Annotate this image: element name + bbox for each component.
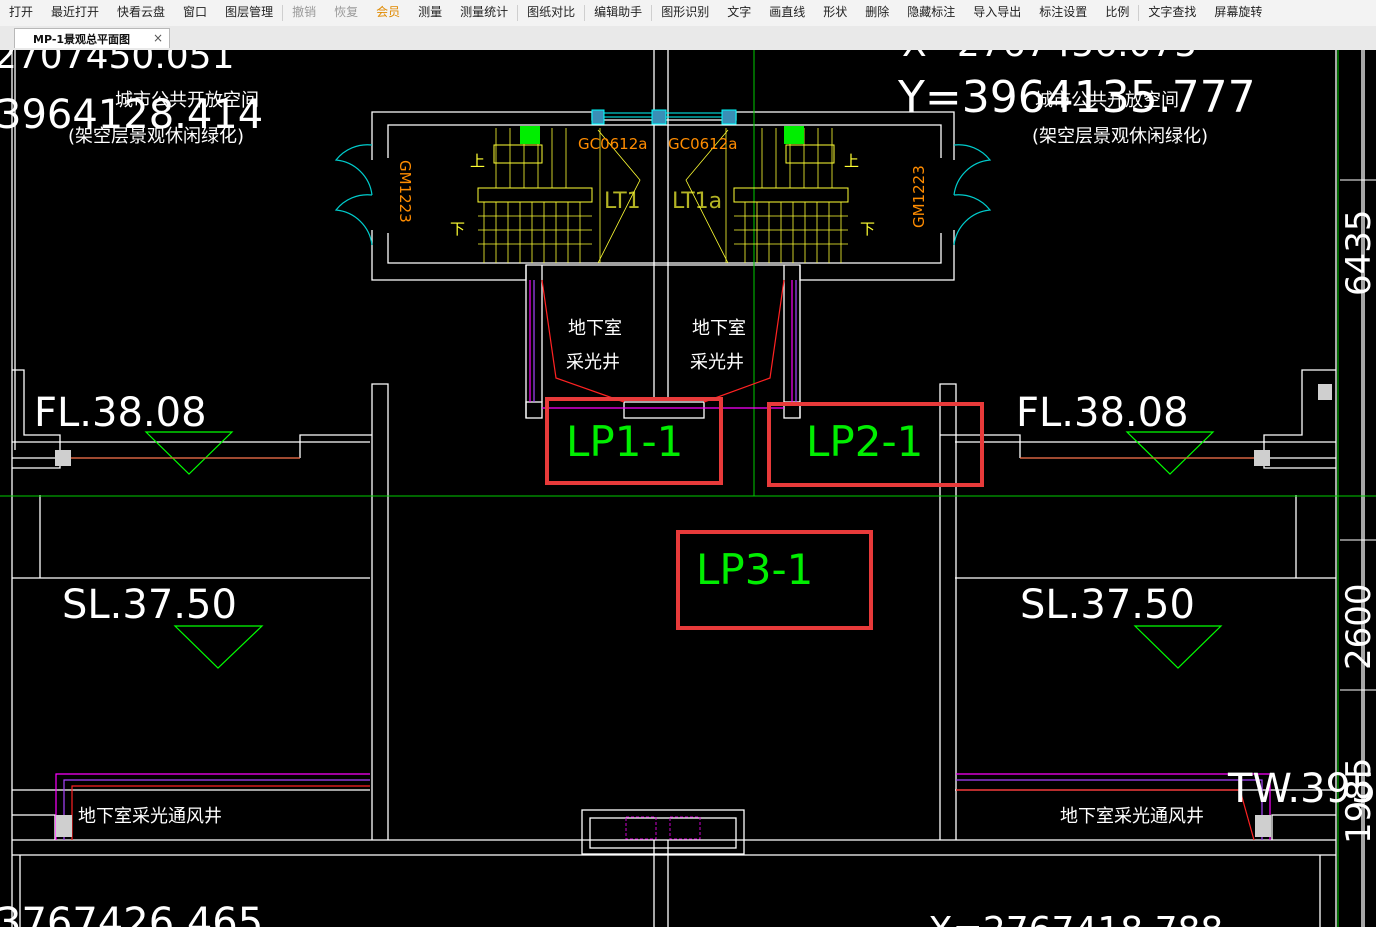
- open-button[interactable]: 打开: [0, 0, 42, 26]
- lp3-label: LP3-1: [696, 545, 813, 594]
- layer-manager-button[interactable]: 图层管理: [216, 0, 282, 26]
- delete-button[interactable]: 删除: [856, 0, 898, 26]
- light-well-label: 地下室: [692, 318, 746, 339]
- lift-label: LT1: [604, 189, 641, 214]
- stair-up-label: 上: [844, 152, 859, 170]
- stair-down-label: 下: [860, 220, 875, 238]
- public-space-label: 城市公共开放空间: [115, 90, 259, 111]
- member-button[interactable]: 会员: [367, 0, 409, 26]
- dimension-text: 6435: [1339, 209, 1376, 296]
- elevator-marker: [784, 126, 804, 144]
- site-level-label: SL.37.50: [1020, 582, 1195, 628]
- redo-button[interactable]: 恢复: [325, 0, 367, 26]
- tab-mp1-site-plan[interactable]: MP-1景观总平面图 ×: [14, 28, 170, 48]
- undo-button[interactable]: 撤销: [283, 0, 325, 26]
- text-button[interactable]: 文字: [718, 0, 760, 26]
- coord-text: 2707450.051: [0, 50, 235, 77]
- measure-stats-button[interactable]: 测量统计: [451, 0, 517, 26]
- window-label: GC0612a: [578, 135, 647, 153]
- floor-level-label: FL.38.08: [34, 390, 207, 436]
- import-export-button[interactable]: 导入导出: [964, 0, 1030, 26]
- close-icon[interactable]: ×: [153, 31, 163, 45]
- cloud-disk-button[interactable]: 快看云盘: [108, 0, 174, 26]
- light-well-label: 采光井: [690, 352, 744, 373]
- public-space-sub-label: (架空层景观休闲绿化): [1032, 126, 1208, 147]
- floor-level-label: FL.38.08: [1016, 390, 1189, 436]
- vent-well-label: 地下室采光通风井: [78, 806, 222, 827]
- light-well-label: 采光井: [566, 352, 620, 373]
- stair-up-label: 上: [470, 152, 485, 170]
- scale-button[interactable]: 比例: [1096, 0, 1138, 26]
- window-label: GC0612a: [668, 135, 737, 153]
- vent-well-label: 地下室采光通风井: [1060, 806, 1204, 827]
- top-wall-label: TW.395: [1227, 766, 1376, 812]
- door-label: GM1223: [910, 165, 928, 228]
- edit-assistant-button[interactable]: 编辑助手: [585, 0, 651, 26]
- shape-button[interactable]: 形状: [814, 0, 856, 26]
- compare-button[interactable]: 图纸对比: [518, 0, 584, 26]
- shape-recognition-button[interactable]: 图形识别: [652, 0, 718, 26]
- recent-open-button[interactable]: 最近打开: [42, 0, 108, 26]
- screen-rotate-button[interactable]: 屏幕旋转: [1205, 0, 1271, 26]
- annotation-settings-button[interactable]: 标注设置: [1030, 0, 1096, 26]
- lp2-label: LP2-1: [806, 417, 923, 466]
- door-label: GM1223: [396, 160, 414, 223]
- coord-text: X=2767418.788: [928, 910, 1223, 927]
- light-well-label: 地下室: [568, 318, 622, 339]
- draw-line-button[interactable]: 画直线: [760, 0, 814, 26]
- document-tab-bar: MP-1景观总平面图 ×: [0, 26, 1376, 51]
- text-search-button[interactable]: 文字查找: [1139, 0, 1205, 26]
- dimension-text: 2600: [1339, 583, 1376, 670]
- drawing-canvas[interactable]: 2707450.051 3964128.414 Y=3964135.777 X=…: [0, 50, 1376, 927]
- public-space-label: 城市公共开放空间: [1035, 90, 1179, 111]
- hide-annotation-button[interactable]: 隐藏标注: [898, 0, 964, 26]
- lp1-label: LP1-1: [566, 417, 683, 466]
- elevator-marker: [520, 126, 540, 144]
- lift-label: LT1a: [672, 189, 722, 214]
- coord-text: X=2767456.075: [902, 50, 1197, 65]
- site-level-label: SL.37.50: [62, 582, 237, 628]
- stair-down-label: 下: [450, 220, 465, 238]
- tab-title: MP-1景观总平面图: [33, 32, 131, 46]
- window-button[interactable]: 窗口: [174, 0, 216, 26]
- measure-button[interactable]: 测量: [409, 0, 451, 26]
- coord-text: 3767426.465: [0, 900, 263, 927]
- public-space-sub-label: (架空层景观休闲绿化): [68, 126, 244, 147]
- main-toolbar: 打开 最近打开 快看云盘 窗口 图层管理 撤销 恢复 会员 测量 测量统计 图纸…: [0, 0, 1376, 27]
